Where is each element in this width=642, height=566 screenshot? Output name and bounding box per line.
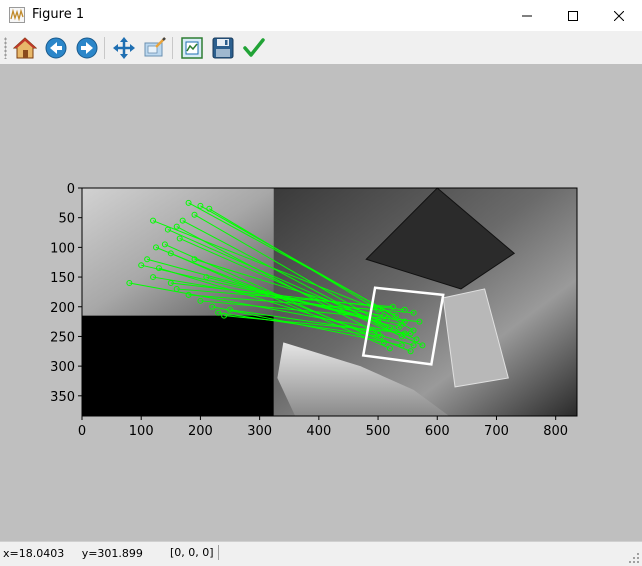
edit-checkmark-icon (243, 38, 265, 57)
back-button[interactable] (43, 35, 69, 61)
x-tick-label: 800 (543, 424, 568, 439)
window-title: Figure 1 (32, 7, 85, 22)
x-tick-label: 100 (129, 424, 154, 439)
x-tick-label: 300 (247, 424, 272, 439)
pixel-value: [0, 0, 0] (164, 545, 219, 560)
close-icon (614, 10, 624, 21)
edit-parameters-button[interactable] (241, 35, 267, 61)
y-tick-label: 150 (50, 271, 75, 286)
zoom-rectangle-icon (144, 37, 166, 57)
figure-app-icon (9, 7, 25, 23)
toolbar-separator (172, 37, 173, 59)
minimize-button[interactable] (504, 0, 550, 31)
x-tick-label: 500 (366, 424, 391, 439)
window-titlebar: Figure 1 (0, 0, 642, 32)
zoom-button[interactable] (142, 35, 168, 61)
minimize-icon (522, 15, 532, 16)
status-bar: x=18.0403 y=301.899 [0, 0, 0] (0, 541, 642, 566)
y-tick-label: 100 (50, 241, 75, 256)
y-tick-label: 250 (50, 330, 75, 345)
configure-subplots-button[interactable] (179, 35, 205, 61)
save-button[interactable] (210, 35, 236, 61)
toolbar-separator (104, 37, 105, 59)
left-image-pasta-box (82, 188, 274, 316)
close-button[interactable] (596, 0, 642, 31)
x-axis: 0 100 200 300 400 500 600 700 800 (78, 416, 568, 439)
navigation-toolbar (0, 31, 642, 65)
resize-grip-icon[interactable] (628, 552, 640, 564)
y-tick-label: 350 (50, 390, 75, 405)
x-tick-label: 700 (484, 424, 509, 439)
plot-svg: 0 100 200 300 400 500 600 700 800 0 50 100 150 200 25… (50, 182, 578, 439)
maximize-icon (568, 10, 578, 21)
back-arrow-icon (45, 37, 67, 59)
x-tick-label: 0 (78, 424, 86, 439)
forward-arrow-icon (76, 37, 98, 59)
maximize-button[interactable] (550, 0, 596, 31)
figure-canvas[interactable]: 0 100 200 300 400 500 600 700 800 0 50 100 150 200 25… (0, 64, 642, 541)
home-icon (13, 37, 37, 59)
y-tick-label: 200 (50, 301, 75, 316)
y-axis: 0 50 100 150 200 250 300 350 (50, 182, 82, 405)
x-tick-label: 200 (188, 424, 213, 439)
forward-button[interactable] (74, 35, 100, 61)
pan-button[interactable] (111, 35, 137, 61)
axes: 0 100 200 300 400 500 600 700 800 0 50 100 150 200 25… (50, 182, 578, 439)
toolbar-grip[interactable] (4, 37, 7, 59)
y-tick-label: 0 (67, 182, 75, 197)
home-button[interactable] (12, 35, 38, 61)
pan-move-icon (113, 37, 135, 59)
save-floppy-icon (212, 37, 234, 59)
x-tick-label: 400 (306, 424, 331, 439)
y-tick-label: 50 (58, 212, 75, 227)
y-tick-label: 300 (50, 360, 75, 375)
cursor-coordinates: x=18.0403 y=301.899 (3, 547, 143, 560)
configure-subplots-icon (181, 37, 203, 59)
x-tick-label: 600 (425, 424, 450, 439)
